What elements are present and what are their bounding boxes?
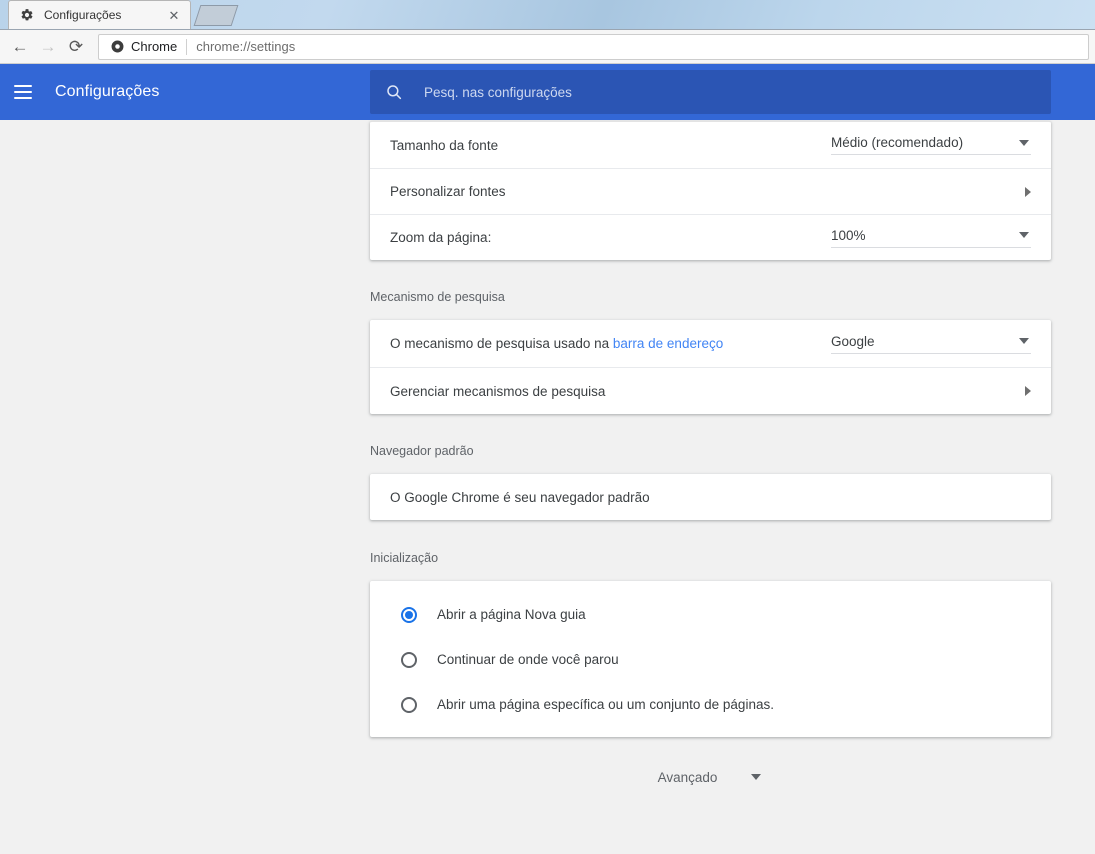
startup-card: Abrir a página Nova guia Continuar de on… <box>370 581 1051 737</box>
browser-tab-settings[interactable]: Configurações ✕ <box>8 0 191 29</box>
page-zoom-value: 100% <box>831 227 866 243</box>
page-title: Configurações <box>55 83 160 100</box>
reload-button[interactable]: ⟳ <box>62 33 90 61</box>
startup-option-specific-pages[interactable]: Abrir uma página específica ou um conjun… <box>370 682 1051 727</box>
section-title-startup: Inicialização <box>370 551 439 565</box>
chrome-logo-icon <box>109 39 125 55</box>
advanced-toggle[interactable]: Avançado <box>370 753 1051 801</box>
startup-option-new-tab[interactable]: Abrir a página Nova guia <box>370 592 1051 637</box>
default-browser-status-text: O Google Chrome é seu navegador padrão <box>390 489 650 505</box>
address-bar[interactable]: Chrome chrome://settings <box>98 33 1089 60</box>
close-icon[interactable]: ✕ <box>166 7 182 23</box>
settings-page: Configurações Tamanho da fonte <box>0 64 1095 854</box>
font-size-select[interactable]: Médio (recomendado) <box>831 135 1031 155</box>
startup-option-specific-pages-label: Abrir uma página específica ou um conjun… <box>437 697 774 712</box>
advanced-label: Avançado <box>657 769 718 785</box>
radio-icon-selected[interactable] <box>401 606 417 623</box>
address-bar-link[interactable]: barra de endereço <box>613 336 723 351</box>
settings-content-column: Tamanho da fonte Médio (recomendado) Per… <box>370 120 1051 801</box>
startup-option-continue-label: Continuar de onde você parou <box>437 652 619 667</box>
browser-window: Configurações ✕ ← → ⟳ Chrome chrome://se… <box>0 0 1095 854</box>
row-default-search-engine-label: O mecanismo de pesquisa usado na barra d… <box>390 336 831 351</box>
settings-search-box[interactable] <box>370 70 1051 114</box>
new-tab-button[interactable] <box>193 5 239 26</box>
chevron-right-icon <box>1025 186 1031 197</box>
row-page-zoom-label: Zoom da página: <box>390 230 492 245</box>
startup-option-continue[interactable]: Continuar de onde você parou <box>370 637 1051 682</box>
appearance-card: Tamanho da fonte Médio (recomendado) Per… <box>370 121 1051 260</box>
default-browser-card: O Google Chrome é seu navegador padrão <box>370 474 1051 520</box>
row-font-size-label: Tamanho da fonte <box>390 137 499 153</box>
default-search-engine-value: Google <box>831 333 875 349</box>
settings-header: Configurações <box>0 64 1095 120</box>
font-size-value: Médio (recomendado) <box>831 135 964 150</box>
browser-toolbar: ← → ⟳ Chrome chrome://settings <box>0 30 1095 64</box>
chevron-right-icon <box>1025 386 1031 396</box>
back-button[interactable]: ← <box>6 33 34 61</box>
settings-scroll-area[interactable]: Tamanho da fonte Médio (recomendado) Per… <box>0 120 1095 854</box>
radio-icon[interactable] <box>401 696 417 713</box>
chevron-down-icon <box>1019 338 1029 344</box>
browser-tab-title: Configurações <box>44 8 122 22</box>
search-engine-label-prefix: O mecanismo de pesquisa usado na <box>390 336 613 351</box>
search-input[interactable] <box>422 83 1037 101</box>
omnibox-url: chrome://settings <box>196 39 296 54</box>
row-manage-search-engines-label: Gerenciar mecanismos de pesquisa <box>390 383 606 399</box>
row-page-zoom[interactable]: Zoom da página: 100% <box>370 214 1051 260</box>
row-customize-fonts-label: Personalizar fontes <box>390 184 506 199</box>
row-default-browser-status: O Google Chrome é seu navegador padrão <box>370 474 1051 520</box>
row-font-size[interactable]: Tamanho da fonte Médio (recomendado) <box>370 122 1051 168</box>
section-title-search-engine: Mecanismo de pesquisa <box>370 290 505 304</box>
chevron-down-icon <box>751 774 762 780</box>
omnibox-scheme-label: Chrome <box>131 39 178 54</box>
chevron-down-icon <box>1019 232 1029 238</box>
radio-icon[interactable] <box>401 651 417 668</box>
chevron-down-icon <box>1019 139 1029 146</box>
search-icon <box>384 82 404 102</box>
row-default-search-engine[interactable]: O mecanismo de pesquisa usado na barra d… <box>370 320 1051 367</box>
gear-icon <box>19 7 35 23</box>
tab-strip: Configurações ✕ <box>0 0 1095 30</box>
row-customize-fonts[interactable]: Personalizar fontes <box>370 168 1051 214</box>
section-title-default-browser: Navegador padrão <box>370 444 474 458</box>
row-manage-search-engines[interactable]: Gerenciar mecanismos de pesquisa <box>370 367 1051 414</box>
default-search-engine-select[interactable]: Google <box>831 334 1031 354</box>
forward-button[interactable]: → <box>34 33 62 61</box>
hamburger-menu-icon[interactable] <box>14 80 38 104</box>
omnibox-divider <box>186 38 188 55</box>
page-zoom-select[interactable]: 100% <box>831 228 1031 248</box>
startup-option-new-tab-label: Abrir a página Nova guia <box>437 607 586 622</box>
search-engine-card: O mecanismo de pesquisa usado na barra d… <box>370 320 1051 414</box>
